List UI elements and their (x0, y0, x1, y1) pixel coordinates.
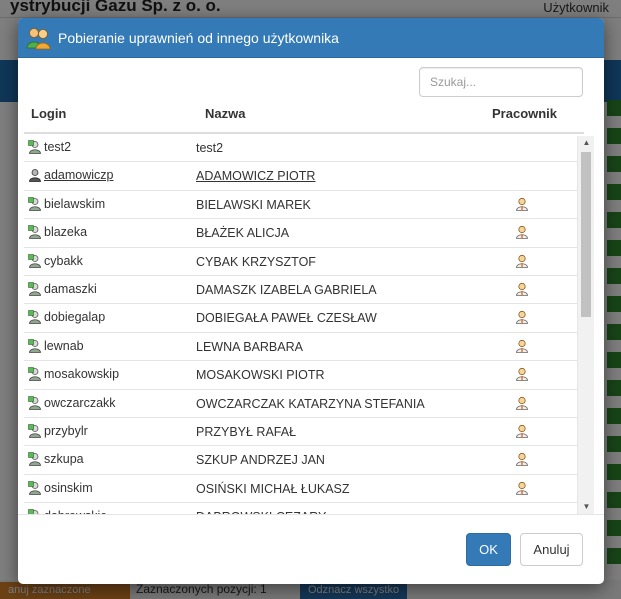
table-row[interactable]: owczarczakk OWCZARCZAK KATARZYNA STEFANIA (24, 390, 578, 418)
login-text: cybakk (44, 253, 83, 268)
modal-title: Pobieranie uprawnień od innego użytkowni… (58, 29, 339, 46)
cell-login: adamowiczp (28, 168, 113, 182)
login-text: lewnab (44, 338, 84, 353)
list-scrollbar[interactable]: ▲ ▼ (577, 136, 594, 514)
employee-icon (515, 367, 529, 382)
ok-button[interactable]: OK (466, 533, 511, 566)
cell-login: blazeka (28, 225, 87, 239)
login-text: szkupa (44, 452, 84, 467)
table-row[interactable]: adamowiczp ADAMOWICZ PIOTR (24, 162, 578, 191)
user-icon (28, 338, 42, 353)
employee-icon (515, 310, 529, 325)
cell-nazwa: BŁAŻEK ALICJA (196, 226, 290, 241)
column-header-login[interactable]: Login (31, 106, 66, 121)
table-row[interactable]: osinskim OSIŃSKI MICHAŁ ŁUKASZ (24, 475, 578, 504)
users-icon (26, 26, 52, 50)
cell-login: dobiegalap (28, 310, 105, 324)
scroll-down-arrow-icon[interactable]: ▼ (578, 500, 595, 514)
cell-nazwa: OWCZARCZAK KATARZYNA STEFANIA (196, 396, 425, 411)
cell-login: owczarczakk (28, 396, 116, 410)
search-input[interactable] (419, 67, 583, 97)
login-text: przybylr (44, 423, 88, 438)
user-list-rows: test2 test2 adamowiczp ADAMOWICZ PIOTR biela… (24, 134, 578, 514)
footer-divider (18, 514, 604, 515)
cell-login: lewnab (28, 339, 84, 353)
column-header-nazwa[interactable]: Nazwa (205, 106, 245, 121)
permissions-modal: Pobieranie uprawnień od innego użytkowni… (18, 18, 604, 584)
cell-nazwa: CYBAK KRZYSZTOF (196, 254, 316, 269)
cell-login: mosakowskip (28, 367, 119, 381)
user-icon (28, 480, 42, 495)
employee-icon (515, 339, 529, 353)
table-row[interactable]: bielawskim BIELAWSKI MAREK (24, 191, 578, 220)
employee-icon (515, 282, 529, 296)
login-text: adamowiczp (44, 168, 114, 183)
employee-icon (515, 424, 529, 438)
cell-login: cybakk (28, 254, 83, 268)
cell-login: bielawskim (28, 197, 105, 211)
login-text: damaszki (44, 281, 97, 296)
employee-icon (515, 197, 529, 211)
user-icon (28, 282, 42, 296)
user-icon (28, 225, 42, 240)
table-row[interactable]: test2 test2 (24, 134, 578, 163)
login-text: owczarczakk (44, 395, 116, 410)
table-row[interactable]: cybakk CYBAK KRZYSZTOF (24, 248, 578, 276)
table-row[interactable]: mosakowskip MOSAKOWSKI PIOTR (24, 361, 578, 390)
login-text: mosakowskip (44, 367, 120, 382)
login-text: blazeka (44, 225, 88, 240)
user-icon (28, 367, 42, 382)
cell-nazwa: ADAMOWICZ PIOTR (196, 169, 316, 184)
scrollbar-thumb[interactable] (581, 152, 591, 317)
cell-nazwa: test2 (196, 141, 224, 155)
cell-nazwa: SZKUP ANDRZEJ JAN (196, 453, 325, 468)
employee-icon (515, 254, 529, 268)
login-text: osinskim (44, 480, 93, 495)
cell-nazwa: DAMASZK IZABELA GABRIELA (196, 282, 377, 297)
user-icon (28, 452, 42, 467)
cell-nazwa: LEWNA BARBARA (196, 339, 303, 354)
cell-login: damaszki (28, 282, 97, 296)
user-icon (28, 168, 42, 183)
user-list[interactable]: test2 test2 adamowiczp ADAMOWICZ PIOTR biela… (24, 134, 598, 514)
employee-icon (515, 452, 529, 467)
table-row[interactable]: przybylr PRZYBYŁ RAFAŁ (24, 418, 578, 447)
cell-login: przybylr (28, 424, 88, 438)
table-row[interactable]: dobiegalap DOBIEGAŁA PAWEŁ CZESŁAW (24, 304, 578, 333)
login-text: dobiegalap (44, 310, 106, 325)
cell-nazwa: PRZYBYŁ RAFAŁ (196, 424, 297, 439)
user-icon (28, 310, 42, 325)
table-row[interactable]: szkupa SZKUP ANDRZEJ JAN (24, 446, 578, 475)
user-icon (28, 140, 42, 154)
login-text: bielawskim (44, 196, 106, 211)
table-row[interactable]: lewnab LEWNA BARBARA (24, 333, 578, 362)
cell-nazwa: BIELAWSKI MAREK (196, 197, 311, 212)
login-text: test2 (44, 140, 72, 154)
user-icon (28, 424, 42, 438)
modal-header: Pobieranie uprawnień od innego użytkowni… (18, 18, 604, 58)
scroll-up-arrow-icon[interactable]: ▲ (578, 136, 595, 150)
column-header-pracownik[interactable]: Pracownik (492, 106, 557, 121)
table-row[interactable]: damaszki DAMASZK IZABELA GABRIELA (24, 276, 578, 305)
cancel-button[interactable]: Anuluj (520, 533, 583, 566)
cell-login: szkupa (28, 452, 84, 466)
cell-login: test2 (28, 140, 71, 154)
table-row[interactable]: dabrowskicDĄBROWSKI CEZARY (24, 503, 578, 514)
user-icon (28, 395, 42, 410)
employee-icon (515, 481, 529, 495)
user-icon (28, 253, 42, 268)
user-icon (28, 196, 42, 211)
cell-login: osinskim (28, 481, 93, 495)
cell-nazwa: DOBIEGAŁA PAWEŁ CZESŁAW (196, 311, 377, 326)
employee-icon (515, 225, 529, 240)
table-row[interactable]: blazeka BŁAŻEK ALICJA (24, 219, 578, 248)
employee-icon (515, 396, 529, 410)
cell-nazwa: OSIŃSKI MICHAŁ ŁUKASZ (196, 481, 350, 496)
cell-nazwa: MOSAKOWSKI PIOTR (196, 368, 325, 383)
